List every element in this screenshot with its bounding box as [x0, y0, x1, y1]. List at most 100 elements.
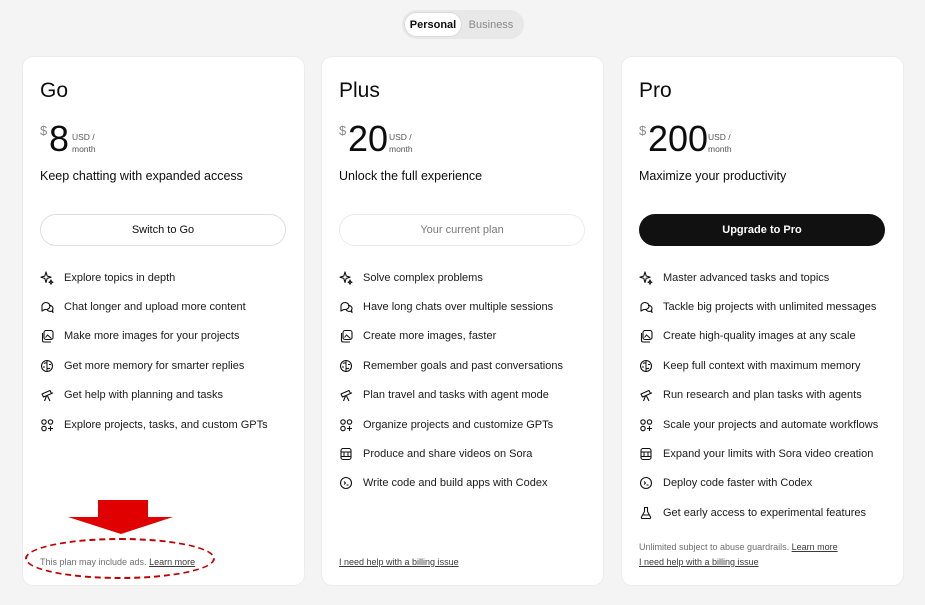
- sparkle-icon: [40, 271, 54, 285]
- image-stack-icon: [339, 329, 353, 344]
- film-icon: [639, 447, 653, 461]
- flask-icon: [639, 506, 653, 520]
- feature-text: Create high-quality images at any scale: [663, 330, 856, 343]
- feature-item: Run research and plan tasks with agents: [639, 381, 878, 410]
- plan-name: Go: [40, 79, 69, 102]
- feature-text: Keep full context with maximum memory: [663, 359, 861, 372]
- chat-bubbles-icon: [40, 300, 54, 314]
- feature-text: Plan travel and tasks with agent mode: [363, 389, 549, 402]
- red-dashed-ellipse-annotation: [25, 538, 215, 579]
- feature-item: Explore topics in depth: [40, 263, 268, 292]
- feature-list: Explore topics in depth Chat longer and u…: [40, 263, 268, 439]
- feature-text: Organize projects and customize GPTs: [363, 418, 554, 431]
- feature-text: Tackle big projects with unlimited messa…: [663, 301, 877, 314]
- pro-footnote: Unlimited subject to abuse guardrails. L…: [639, 542, 838, 552]
- guardrails-text: Unlimited subject to abuse guardrails.: [639, 542, 790, 552]
- feature-item: Organize projects and customize GPTs: [339, 410, 563, 439]
- tab-business[interactable]: Business: [461, 13, 521, 36]
- feature-item: Create high-quality images at any scale: [639, 322, 878, 351]
- feature-text: Get early access to experimental feature…: [663, 506, 866, 519]
- feature-text: Chat longer and upload more content: [64, 301, 246, 314]
- feature-text: Remember goals and past conversations: [363, 359, 563, 372]
- feature-text: Scale your projects and automate workflo…: [663, 418, 879, 431]
- feature-text: Solve complex problems: [363, 271, 483, 284]
- learn-more-link[interactable]: Learn more: [792, 542, 838, 552]
- tab-personal[interactable]: Personal: [405, 13, 461, 36]
- plan-tagline: Maximize your productivity: [639, 169, 787, 183]
- feature-text: Master advanced tasks and topics: [663, 271, 830, 284]
- sparkle-icon: [639, 271, 653, 285]
- currency-symbol: $: [40, 123, 48, 138]
- price-unit-period: month: [389, 144, 413, 154]
- plan-type-toggle: Personal Business: [402, 10, 524, 39]
- feature-item: Get help with planning and tasks: [40, 381, 268, 410]
- feature-item: Get early access to experimental feature…: [639, 498, 878, 527]
- feature-item: Keep full context with maximum memory: [639, 351, 878, 380]
- feature-text: Run research and plan tasks with agents: [663, 389, 862, 402]
- price-amount: 8: [49, 118, 70, 159]
- chat-bubbles-icon: [339, 300, 353, 314]
- billing-help-link[interactable]: I need help with a billing issue: [639, 557, 759, 567]
- switch-to-go-button[interactable]: Switch to Go: [40, 214, 286, 246]
- plan-tagline: Keep chatting with expanded access: [40, 169, 243, 183]
- plan-name: Plus: [339, 79, 380, 102]
- brain-icon: [40, 359, 54, 373]
- sparkle-icon: [339, 271, 353, 285]
- brain-icon: [339, 359, 353, 373]
- currency-symbol: $: [639, 123, 647, 138]
- code-icon: [639, 476, 653, 490]
- upgrade-to-pro-button[interactable]: Upgrade to Pro: [639, 214, 885, 246]
- code-icon: [339, 476, 353, 490]
- price-unit: USD / month: [72, 131, 96, 155]
- feature-text: Expand your limits with Sora video creat…: [663, 448, 874, 461]
- feature-item: Scale your projects and automate workflo…: [639, 410, 878, 439]
- feature-item: Produce and share videos on Sora: [339, 439, 563, 468]
- feature-text: Write code and build apps with Codex: [363, 477, 548, 490]
- feature-item: Expand your limits with Sora video creat…: [639, 439, 878, 468]
- film-icon: [339, 447, 353, 461]
- telescope-icon: [639, 388, 653, 402]
- image-stack-icon: [639, 329, 653, 344]
- feature-item: Remember goals and past conversations: [339, 351, 563, 380]
- feature-item: Write code and build apps with Codex: [339, 469, 563, 498]
- grid-icon: [40, 418, 54, 432]
- price-unit-currency: USD /: [708, 132, 731, 142]
- billing-help: I need help with a billing issue: [339, 557, 459, 567]
- feature-item: Explore projects, tasks, and custom GPTs: [40, 410, 268, 439]
- plan-tagline: Unlock the full experience: [339, 169, 483, 183]
- feature-item: Plan travel and tasks with agent mode: [339, 381, 563, 410]
- currency-symbol: $: [339, 123, 347, 138]
- feature-text: Deploy code faster with Codex: [663, 477, 813, 490]
- plan-card-pro: Pro $ 200 USD / month Maximize your prod…: [622, 57, 903, 585]
- feature-item: Chat longer and upload more content: [40, 292, 268, 321]
- feature-item: Master advanced tasks and topics: [639, 263, 878, 292]
- feature-item: Get more memory for smarter replies: [40, 351, 268, 380]
- current-plan-button: Your current plan: [339, 214, 585, 246]
- feature-text: Produce and share videos on Sora: [363, 448, 533, 461]
- price-unit: USD / month: [389, 131, 413, 155]
- feature-text: Get help with planning and tasks: [64, 389, 223, 402]
- image-stack-icon: [40, 329, 54, 344]
- price-amount: 200: [648, 118, 709, 159]
- price-unit-currency: USD /: [72, 132, 95, 142]
- price-unit-currency: USD /: [389, 132, 412, 142]
- grid-icon: [639, 418, 653, 432]
- telescope-icon: [40, 388, 54, 402]
- price-unit-period: month: [708, 144, 732, 154]
- feature-item: Create more images, faster: [339, 322, 563, 351]
- feature-text: Explore projects, tasks, and custom GPTs: [64, 418, 268, 431]
- plan-card-plus: Plus $ 20 USD / month Unlock the full ex…: [322, 57, 603, 585]
- chat-bubbles-icon: [639, 300, 653, 314]
- price-unit: USD / month: [708, 131, 732, 155]
- feature-item: Make more images for your projects: [40, 322, 268, 351]
- feature-list: Solve complex problems Have long chats ov…: [339, 263, 563, 498]
- feature-text: Get more memory for smarter replies: [64, 359, 245, 372]
- price-unit-period: month: [72, 144, 96, 154]
- feature-item: Tackle big projects with unlimited messa…: [639, 292, 878, 321]
- plan-name: Pro: [639, 79, 672, 102]
- feature-text: Explore topics in depth: [64, 271, 176, 284]
- feature-item: Deploy code faster with Codex: [639, 469, 878, 498]
- billing-help-link[interactable]: I need help with a billing issue: [339, 557, 459, 567]
- feature-text: Create more images, faster: [363, 330, 497, 343]
- red-arrow-annotation: [68, 500, 173, 534]
